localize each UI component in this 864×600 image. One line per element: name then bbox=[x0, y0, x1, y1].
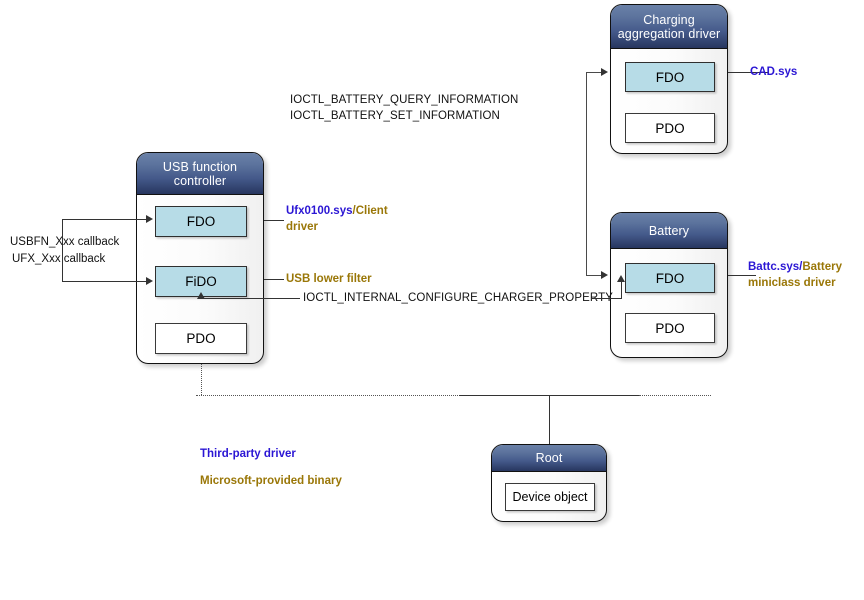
annotation-usbfn-callback: USBFN_Xxx callback bbox=[10, 236, 120, 248]
annotation-ioctl-internal-configure-charger: IOCTL_INTERNAL_CONFIGURE_CHARGER_PROPERT… bbox=[303, 292, 613, 304]
callback-bracket-vertical bbox=[62, 219, 63, 281]
device-object-cad-pdo: PDO bbox=[625, 113, 715, 143]
leader-line-ufx bbox=[264, 220, 284, 221]
legend-microsoft-provided-binary: Microsoft-provided binary bbox=[200, 475, 342, 487]
device-object-battery-fdo: FDO bbox=[625, 263, 715, 293]
annotation-ioctl-battery-set: IOCTL_BATTERY_SET_INFORMATION bbox=[290, 110, 500, 122]
ioctl-charger-arrowhead bbox=[197, 292, 205, 299]
driver-label-battc-binary: Battc.sys/ bbox=[748, 261, 803, 273]
trunk-arrowhead-battery bbox=[601, 271, 608, 279]
ioctl-charger-riser bbox=[621, 281, 622, 299]
driver-label-ufx-binary: Ufx0100.sys bbox=[286, 205, 353, 217]
device-object-root: Device object bbox=[505, 483, 595, 511]
ioctl-charger-line-right bbox=[592, 298, 622, 299]
node-charging-aggregation-driver: Charging aggregation driver FDO PDO bbox=[610, 4, 728, 154]
annotation-ioctl-battery-query: IOCTL_BATTERY_QUERY_INFORMATION bbox=[290, 94, 519, 106]
driver-label-battc-role-2: miniclass driver bbox=[748, 276, 836, 289]
node-title-root: Root bbox=[492, 445, 606, 472]
driver-label-ufx-role-1: Client bbox=[355, 205, 388, 217]
annotation-ufx-callback: UFX_Xxx callback bbox=[12, 253, 106, 265]
driver-label-cad: CAD.sys bbox=[750, 66, 798, 78]
ioctl-charger-arrowhead-battery bbox=[617, 275, 625, 282]
device-object-cad-fdo: FDO bbox=[625, 62, 715, 92]
diagram-canvas: IOCTL_BATTERY_QUERY_INFORMATION IOCTL_BA… bbox=[0, 0, 864, 600]
dotted-separator-left bbox=[196, 395, 460, 396]
dotted-separator-right bbox=[639, 395, 711, 396]
ioctl-charger-line-left bbox=[200, 298, 300, 299]
driver-label-usb-lower-filter: USB lower filter bbox=[286, 273, 372, 285]
driver-label-ufx: Ufx0100.sys/Client driver bbox=[286, 204, 388, 235]
callback-arrow-line-fdo bbox=[62, 219, 149, 220]
legend-third-party-driver: Third-party driver bbox=[200, 448, 296, 460]
node-battery: Battery FDO PDO bbox=[610, 212, 728, 358]
leader-line-usb-lower-filter bbox=[264, 279, 284, 280]
node-title-usb-function-controller: USB function controller bbox=[137, 153, 263, 195]
node-usb-function-controller: USB function controller FDO FiDO PDO bbox=[136, 152, 264, 364]
driver-label-battc-role-1: Battery bbox=[802, 261, 842, 273]
dotted-riser-usb bbox=[201, 364, 202, 395]
node-title-charging-aggregation-driver: Charging aggregation driver bbox=[611, 5, 727, 49]
root-riser bbox=[549, 395, 550, 445]
node-title-battery: Battery bbox=[611, 213, 727, 249]
trunk-vertical-cad-battery bbox=[586, 72, 587, 275]
device-object-battery-pdo: PDO bbox=[625, 313, 715, 343]
callback-arrow-line-fido bbox=[62, 281, 149, 282]
device-object-usb-fdo: FDO bbox=[155, 206, 247, 237]
node-root: Root Device object bbox=[491, 444, 607, 522]
callback-arrowhead-fido bbox=[146, 277, 153, 285]
driver-label-battc: Battc.sys/Battery miniclass driver bbox=[748, 260, 842, 291]
callback-arrowhead-fdo bbox=[146, 215, 153, 223]
device-object-usb-pdo: PDO bbox=[155, 323, 247, 354]
trunk-arrowhead-cad bbox=[601, 68, 608, 76]
driver-label-ufx-role-2: driver bbox=[286, 220, 318, 233]
